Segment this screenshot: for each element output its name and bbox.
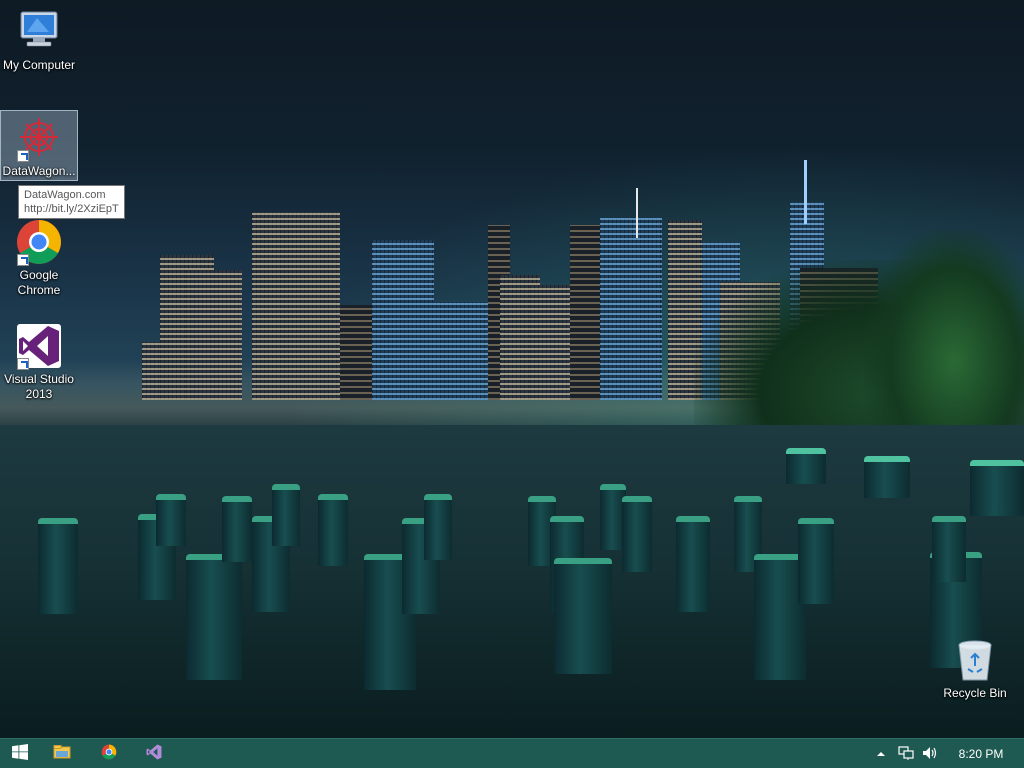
desktop-icon-label: Google Chrome (17, 268, 61, 297)
chrome-icon (101, 744, 117, 765)
chevron-up-icon (876, 747, 886, 761)
taskbar: 8:20 PM (0, 738, 1024, 768)
shortcut-arrow-icon (17, 358, 29, 370)
tooltip-line-2: http://bit.ly/2XziEpT (24, 203, 119, 215)
visual-studio-icon (15, 322, 63, 370)
desktop-wallpaper (0, 0, 1024, 738)
folder-icon (53, 744, 71, 765)
desktop-icon-label: My Computer (2, 58, 76, 72)
show-hidden-icons-button[interactable] (872, 739, 890, 769)
desktop-icon-label: DataWagon... (2, 164, 76, 178)
recycle-bin-icon (951, 636, 999, 684)
network-icon (898, 745, 914, 763)
taskbar-visual-studio-button[interactable] (134, 739, 174, 769)
tooltip-line-1: DataWagon.com (24, 189, 106, 201)
desktop-icon-my-computer[interactable]: My Computer (0, 8, 78, 78)
desktop-icon-google-chrome[interactable]: Google Chrome (0, 218, 78, 300)
desktop-icon-datawagon[interactable]: DataWagon... (0, 110, 78, 181)
desktop-icon-label: Visual Studio 2013 (4, 372, 74, 401)
chrome-icon (15, 218, 63, 266)
desktop-icon-recycle-bin[interactable]: Recycle Bin (936, 636, 1014, 706)
computer-icon (15, 8, 63, 56)
desktop-icon-label: Recycle Bin (943, 686, 1007, 700)
spire (804, 160, 807, 224)
taskbar-file-explorer-button[interactable] (42, 739, 82, 769)
shortcut-arrow-icon (17, 150, 29, 162)
shortcut-arrow-icon (17, 254, 29, 266)
icon-tooltip: DataWagon.com http://bit.ly/2XziEpT (18, 185, 125, 219)
volume-icon (922, 746, 938, 763)
network-tray-button[interactable] (894, 739, 918, 769)
desktop-icon-visual-studio[interactable]: Visual Studio 2013 (0, 322, 78, 404)
start-button[interactable] (0, 739, 40, 769)
volume-tray-button[interactable] (918, 739, 942, 769)
visual-studio-icon (145, 743, 163, 766)
datawagon-icon (15, 114, 63, 162)
taskbar-chrome-button[interactable] (89, 739, 129, 769)
clock[interactable]: 8:20 PM (950, 739, 1012, 769)
windows-logo-icon (12, 743, 28, 765)
